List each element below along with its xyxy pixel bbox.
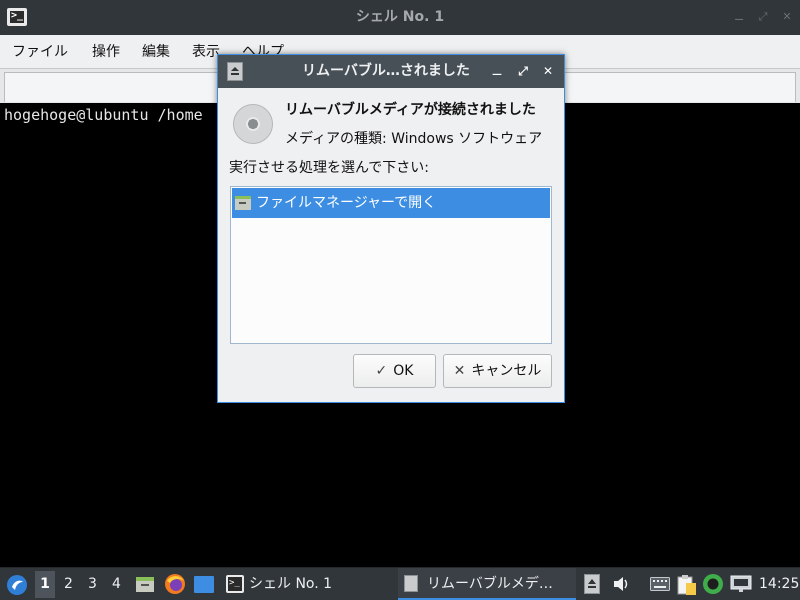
lubuntu-menu-icon[interactable] <box>6 574 28 596</box>
terminal-task-icon: >_ <box>226 575 244 593</box>
clock[interactable]: 14:25 <box>759 568 799 600</box>
taskbar-task-terminal-label: シェル No. 1 <box>249 576 333 592</box>
desktop-switch-4[interactable]: 4 <box>112 568 121 600</box>
check-icon: ✓ <box>375 363 388 379</box>
menu-view[interactable]: 表示 <box>192 35 220 69</box>
menu-edit[interactable]: 編集 <box>142 35 170 69</box>
cancel-button[interactable]: ✕ キャンセル <box>443 354 552 388</box>
taskbar-task-dialog-label: リムーバブルメデ… <box>427 576 553 592</box>
dialog-minimize-icon[interactable]: ⚊ <box>490 64 504 78</box>
taskbar-task-dialog[interactable]: リムーバブルメデ… <box>398 568 576 600</box>
media-type-line: メディアの種類: Windows ソフトウェア <box>285 129 542 149</box>
dialog-titlebar[interactable]: リムーバブル…されました ⚊ ⤢ ✕ <box>218 55 564 88</box>
menu-action[interactable]: 操作 <box>92 35 120 69</box>
file-manager-icon <box>235 196 251 210</box>
close-icon[interactable]: ✕ <box>780 10 794 24</box>
desktop-switch-2[interactable]: 2 <box>64 568 73 600</box>
desktop-switch-1[interactable]: 1 <box>35 571 55 598</box>
dialog-close-icon[interactable]: ✕ <box>541 64 555 78</box>
action-item-label: ファイルマネージャーで開く <box>256 195 437 211</box>
show-desktop-icon[interactable] <box>193 575 215 594</box>
cancel-x-icon: ✕ <box>453 363 466 379</box>
dialog-maximize-icon[interactable]: ⤢ <box>516 64 530 78</box>
ok-button-label: OK <box>393 363 414 379</box>
cancel-button-label: キャンセル <box>471 363 542 379</box>
update-notifier-icon[interactable] <box>702 573 724 595</box>
clipboard-icon[interactable] <box>677 574 697 596</box>
dialog-title: リムーバブル…されました <box>302 63 470 79</box>
keyboard-icon[interactable] <box>650 577 670 591</box>
terminal-window-title: シェル No. 1 <box>355 9 445 25</box>
action-list[interactable]: ファイルマネージャーで開く <box>230 186 552 344</box>
network-icon[interactable] <box>730 575 752 593</box>
terminal-titlebar[interactable]: >_ シェル No. 1 ⚊ ⤢ ✕ <box>0 0 800 35</box>
media-type-value: Windows ソフトウェア <box>391 131 543 147</box>
volume-icon[interactable] <box>612 575 632 593</box>
optical-disc-icon <box>233 104 273 144</box>
maximize-icon[interactable]: ⤢ <box>756 10 770 24</box>
removable-media-dialog: リムーバブル…されました ⚊ ⤢ ✕ リムーバブルメディアが接続されました メデ… <box>217 54 565 403</box>
taskbar-task-terminal[interactable]: >_ シェル No. 1 <box>220 568 370 600</box>
ok-button[interactable]: ✓ OK <box>353 354 436 388</box>
dialog-heading: リムーバブルメディアが接続されました <box>285 102 536 118</box>
menu-file[interactable]: ファイル <box>12 35 68 69</box>
file-manager-launcher-icon[interactable] <box>135 574 155 594</box>
action-open-file-manager[interactable]: ファイルマネージャーで開く <box>232 188 550 218</box>
firefox-icon[interactable] <box>164 573 186 595</box>
eject-icon <box>227 62 243 81</box>
minimize-icon[interactable]: ⚊ <box>732 10 746 24</box>
action-prompt: 実行させる処理を選んで下さい: <box>229 160 430 176</box>
media-type-label: メディアの種類: <box>285 131 387 147</box>
eject-tray-icon[interactable] <box>584 574 600 594</box>
dialog-task-icon <box>404 575 418 592</box>
terminal-prompt-line: hogehoge@lubuntu /home <box>4 106 203 124</box>
taskbar: 1 2 3 4 >_ シェル No. 1 リムーバブルメデ… 14:25 <box>0 567 800 600</box>
desktop-switch-3[interactable]: 3 <box>88 568 97 600</box>
